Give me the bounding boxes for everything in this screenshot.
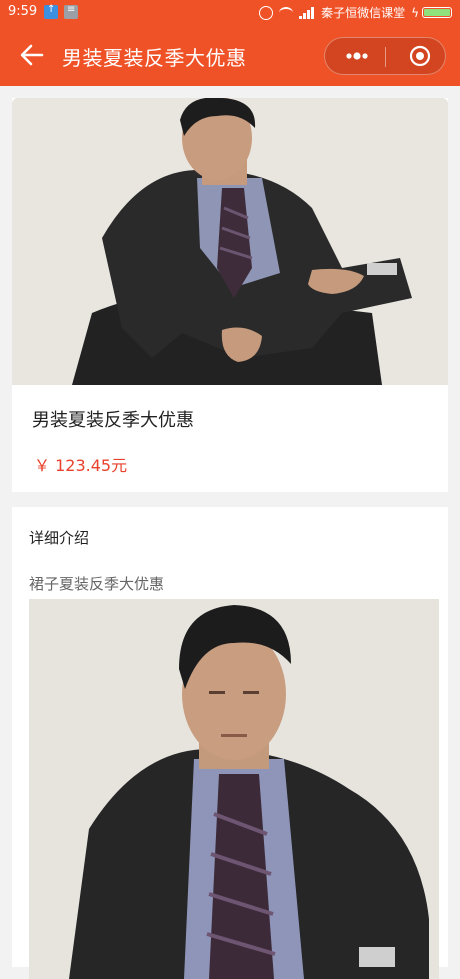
product-card[interactable]: 男装夏装反季大优惠 ￥ 123.45元 bbox=[12, 98, 448, 492]
message-notification-icon bbox=[64, 4, 78, 19]
detail-heading: 详细介绍 bbox=[29, 529, 90, 547]
more-dots-icon[interactable] bbox=[339, 38, 375, 74]
status-right: 秦子恒微信课堂 ϟ bbox=[259, 4, 452, 21]
detail-card: 详细介绍 裙子夏装反季大优惠 bbox=[12, 507, 448, 979]
capsule-divider bbox=[385, 47, 386, 67]
miniprogram-capsule bbox=[324, 37, 446, 75]
status-time: 9:59 bbox=[8, 4, 38, 19]
product-price: ￥ 123.45元 bbox=[34, 456, 128, 475]
back-arrow-icon[interactable] bbox=[18, 41, 46, 69]
close-miniprogram-icon[interactable] bbox=[409, 45, 431, 67]
charging-icon: ϟ bbox=[411, 5, 419, 20]
top-bar: 9:59 秦子恒微信课堂 ϟ 男装夏装反季大优惠 bbox=[0, 0, 460, 86]
signal-icon bbox=[299, 6, 315, 19]
detail-image[interactable] bbox=[29, 599, 439, 979]
battery-icon bbox=[422, 7, 452, 18]
upload-notification-icon bbox=[44, 4, 58, 19]
status-bar: 9:59 秦子恒微信课堂 ϟ bbox=[0, 0, 460, 26]
detail-subtitle: 裙子夏装反季大优惠 bbox=[29, 575, 165, 593]
wifi-icon bbox=[279, 6, 294, 19]
product-image[interactable] bbox=[12, 98, 448, 385]
page-title: 男装夏装反季大优惠 bbox=[62, 46, 247, 70]
title-bar: 男装夏装反季大优惠 bbox=[0, 26, 460, 86]
product-name: 男装夏装反季大优惠 bbox=[32, 410, 194, 431]
carrier-name: 秦子恒微信课堂 bbox=[321, 6, 406, 20]
alarm-icon bbox=[259, 5, 274, 20]
